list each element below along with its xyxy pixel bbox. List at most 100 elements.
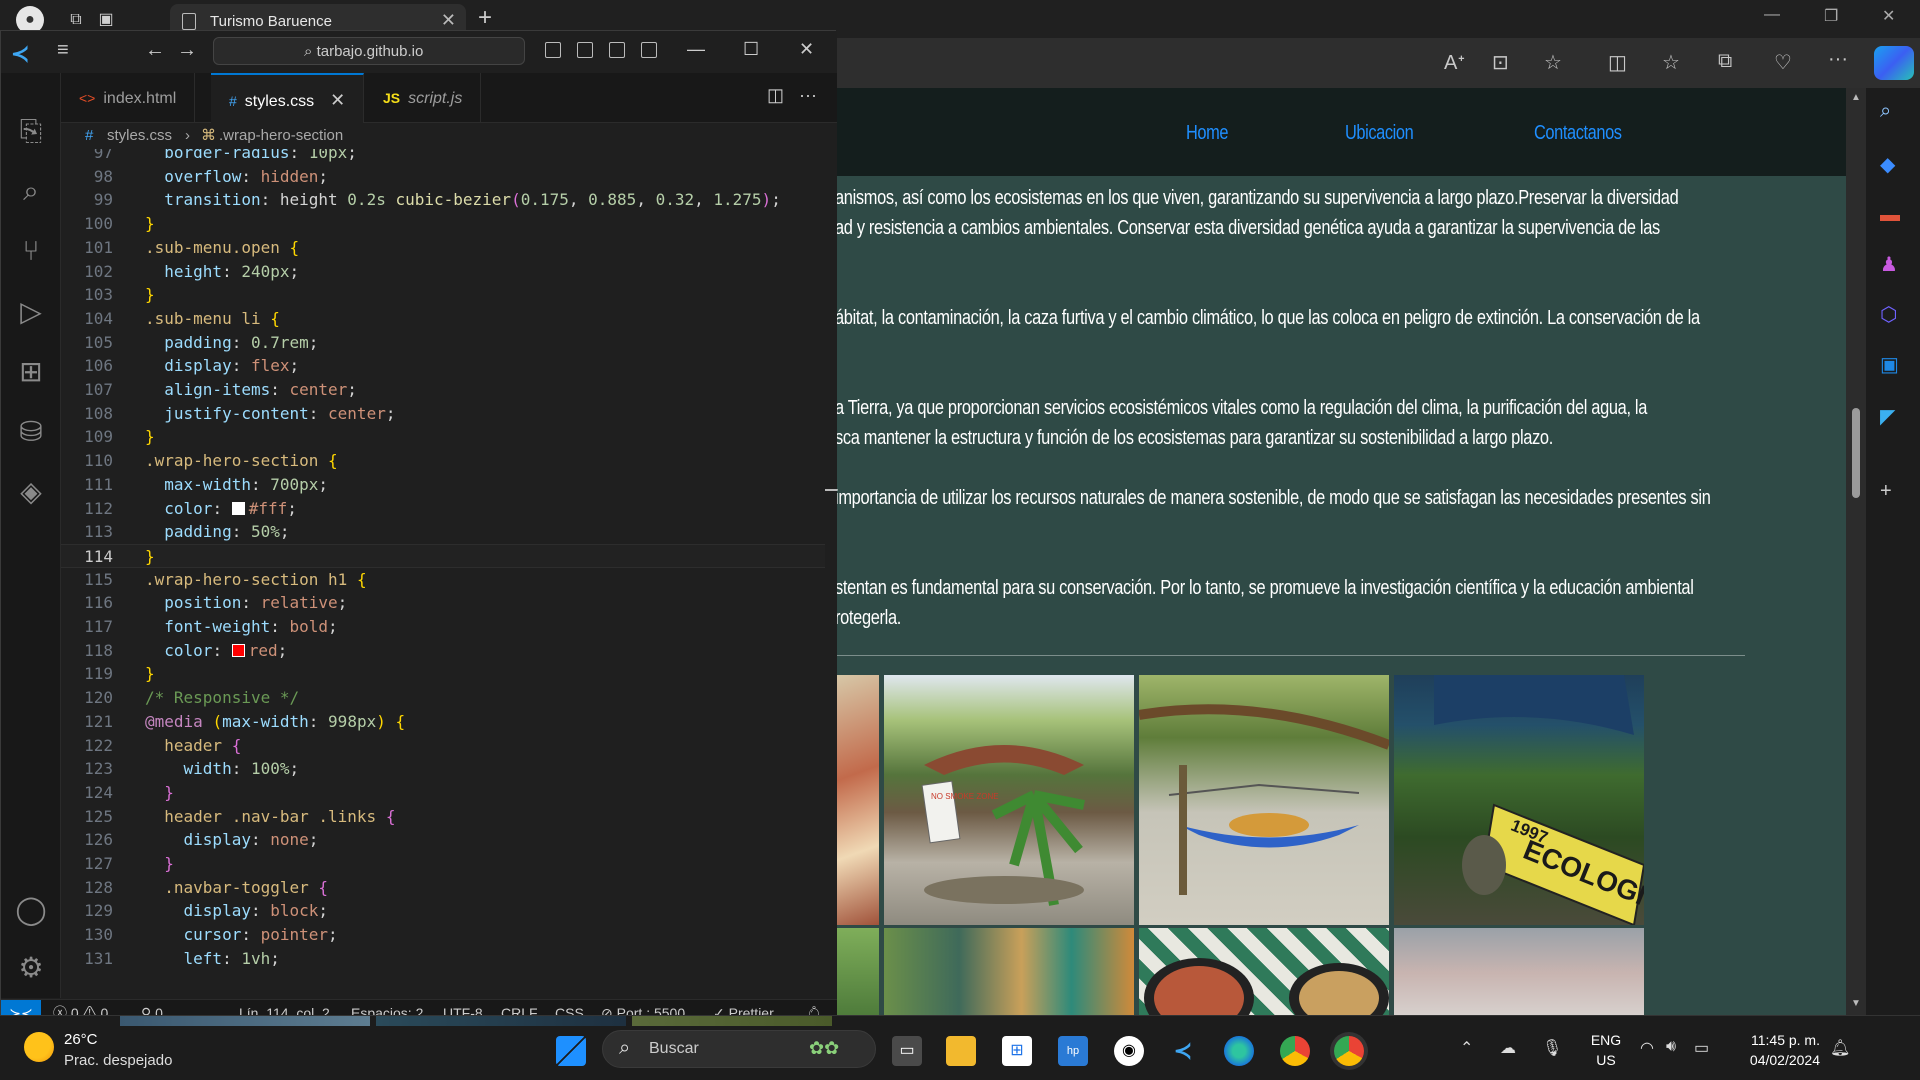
search-icon[interactable]: ⌕: [15, 175, 47, 208]
browser-essentials-icon[interactable]: ♡: [1774, 50, 1792, 75]
css-icon: #: [85, 127, 94, 144]
weather-description[interactable]: Prac. despejado: [64, 1052, 172, 1069]
split-screen-icon[interactable]: ◫: [1608, 50, 1627, 75]
gallery-photo-surfboards[interactable]: [884, 928, 1134, 1015]
wifi-icon[interactable]: ◠: [1640, 1038, 1654, 1058]
js-icon: JS: [383, 90, 401, 106]
microsoft-store-icon[interactable]: ⊞: [1002, 1036, 1032, 1066]
github-icon[interactable]: ◉: [1114, 1036, 1144, 1066]
chrome-icon[interactable]: [1280, 1036, 1310, 1066]
run-debug-icon[interactable]: ▷: [15, 295, 47, 328]
split-editor-icon[interactable]: ◫: [767, 85, 784, 106]
overview-ruler[interactable]: [825, 149, 837, 999]
games-icon[interactable]: ♟: [1880, 252, 1898, 277]
collections-icon[interactable]: ⧉: [1718, 50, 1732, 73]
maximize-icon[interactable]: ☐: [743, 39, 759, 60]
search-highlight-icon: ✿✿: [809, 1038, 840, 1058]
nav-link-ubicacion[interactable]: Ubicacion: [1345, 122, 1414, 145]
chrome-profile-icon[interactable]: [1334, 1036, 1364, 1066]
symbol-icon: ⌘: [201, 127, 216, 144]
search-icon[interactable]: ⌕: [1880, 100, 1891, 123]
copilot-icon[interactable]: [1874, 46, 1914, 80]
battery-icon[interactable]: ▭: [1694, 1038, 1709, 1058]
microsoft-365-icon[interactable]: ⬡: [1880, 302, 1897, 327]
tab-styles-css[interactable]: # styles.css ✕: [211, 73, 365, 123]
breadcrumb-symbol[interactable]: .wrap-hero-section: [219, 123, 343, 149]
source-control-icon[interactable]: ⑂: [15, 235, 47, 267]
paragraph-line: rotegerla.: [835, 607, 902, 629]
show-hidden-icons-icon[interactable]: ⌃: [1460, 1038, 1473, 1058]
weather-icon[interactable]: [24, 1032, 54, 1062]
start-windows-icon[interactable]: [556, 1036, 586, 1066]
toggle-panel-icon[interactable]: [577, 42, 593, 58]
scrollbar-thumb[interactable]: [1852, 408, 1860, 498]
new-tab-icon[interactable]: +: [478, 4, 492, 32]
vscode-taskbar-icon[interactable]: ≺: [1168, 1036, 1198, 1066]
edge-icon[interactable]: [1224, 1036, 1254, 1066]
menu-icon[interactable]: ≡: [57, 39, 69, 62]
immersive-reader-icon[interactable]: ⊡: [1492, 50, 1509, 75]
gallery-photo-plants[interactable]: [835, 928, 879, 1015]
page-scrollbar[interactable]: ▲ ▼: [1846, 88, 1866, 1015]
accounts-icon[interactable]: ◯: [15, 893, 47, 926]
close-tab-icon[interactable]: ✕: [330, 90, 345, 110]
back-arrow-icon[interactable]: ←: [145, 39, 165, 62]
vscode-logo-icon: ≺: [11, 41, 30, 66]
tools-icon[interactable]: ▬: [1880, 204, 1900, 227]
weather-temperature[interactable]: 26°C: [64, 1031, 98, 1048]
shopping-icon[interactable]: ◆: [1880, 152, 1895, 177]
gallery-photo-pan[interactable]: [1139, 928, 1389, 1015]
add-sidebar-icon[interactable]: +: [1880, 480, 1892, 503]
minimize-icon[interactable]: —: [1764, 6, 1780, 24]
scroll-down-icon[interactable]: ▼: [1851, 998, 1861, 1009]
scroll-up-icon[interactable]: ▲: [1851, 92, 1861, 103]
gallery-photo-sky[interactable]: [1394, 928, 1644, 1015]
tab-script-js[interactable]: JS script.js: [365, 73, 482, 123]
more-actions-icon[interactable]: ···: [799, 85, 817, 106]
file-explorer-icon[interactable]: [946, 1036, 976, 1066]
volume-icon[interactable]: 🔊︎: [1666, 1038, 1676, 1056]
clock[interactable]: 11:45 p. m. 04/02/2024: [1740, 1030, 1820, 1070]
microphone-icon[interactable]: 🎙︎: [1542, 1038, 1562, 1058]
language-indicator[interactable]: ENG US: [1586, 1030, 1626, 1070]
close-window-icon[interactable]: ✕: [799, 39, 814, 60]
extensions-icon[interactable]: ⊞: [15, 355, 47, 388]
favorite-star-icon[interactable]: ☆: [1544, 50, 1562, 75]
forward-arrow-icon[interactable]: →: [177, 39, 197, 62]
tab-index-html[interactable]: <> index.html: [61, 73, 196, 123]
breadcrumb-file[interactable]: styles.css: [107, 123, 172, 149]
send-icon[interactable]: ◤: [1880, 404, 1895, 429]
minimize-icon[interactable]: —: [687, 39, 705, 60]
gallery-photo-monkeys[interactable]: [1139, 675, 1389, 925]
settings-gear-icon[interactable]: ⚙: [15, 951, 47, 984]
monkeys-photo-art: [1139, 704, 1389, 895]
explorer-icon[interactable]: ⎘: [15, 115, 47, 148]
toggle-secondary-sidebar-icon[interactable]: [609, 42, 625, 58]
paragraph-line: stentan es fundamental para su conservac…: [835, 577, 1694, 599]
toggle-sidebar-icon[interactable]: [545, 42, 561, 58]
nav-link-contactanos[interactable]: Contactanos: [1534, 122, 1622, 145]
hp-app-icon[interactable]: hp: [1058, 1036, 1088, 1066]
code-editor[interactable]: 97 border-radius: 10px; 98 overflow: hid…: [61, 149, 837, 999]
gallery-photo-garden[interactable]: NO SMOKE ZONE: [884, 675, 1134, 925]
notifications-bell-icon[interactable]: 🔔︎: [1830, 1038, 1850, 1058]
close-tab-icon[interactable]: ✕: [441, 10, 456, 31]
read-aloud-icon[interactable]: Aᐩ: [1444, 50, 1465, 75]
onedrive-icon[interactable]: ☁: [1500, 1038, 1516, 1058]
close-window-icon[interactable]: ✕: [1882, 6, 1895, 26]
gallery-photo-food[interactable]: [835, 675, 879, 925]
editor-tabs: <> index.html # styles.css ✕ JS script.js ◫ …: [61, 73, 837, 123]
nav-link-home[interactable]: Home: [1186, 122, 1229, 145]
command-center-search[interactable]: ⌕ tarbajo.github.io: [213, 37, 525, 65]
favorites-icon[interactable]: ☆: [1662, 50, 1680, 75]
gallery-photo-park-sign[interactable]: 1997 ECOLOGICO: [1394, 675, 1644, 925]
outlook-icon[interactable]: ▣: [1880, 352, 1899, 377]
database-icon[interactable]: ⛁: [15, 415, 47, 448]
more-icon[interactable]: ···: [1828, 48, 1848, 71]
taskbar-search[interactable]: ⌕ Buscar ✿✿: [602, 1030, 876, 1068]
layers-icon[interactable]: ◈: [15, 475, 47, 508]
customize-layout-icon[interactable]: [641, 42, 657, 58]
background-strip: [120, 1016, 370, 1026]
restore-icon[interactable]: ❐: [1824, 6, 1838, 26]
task-view-icon[interactable]: ▭: [892, 1036, 922, 1066]
